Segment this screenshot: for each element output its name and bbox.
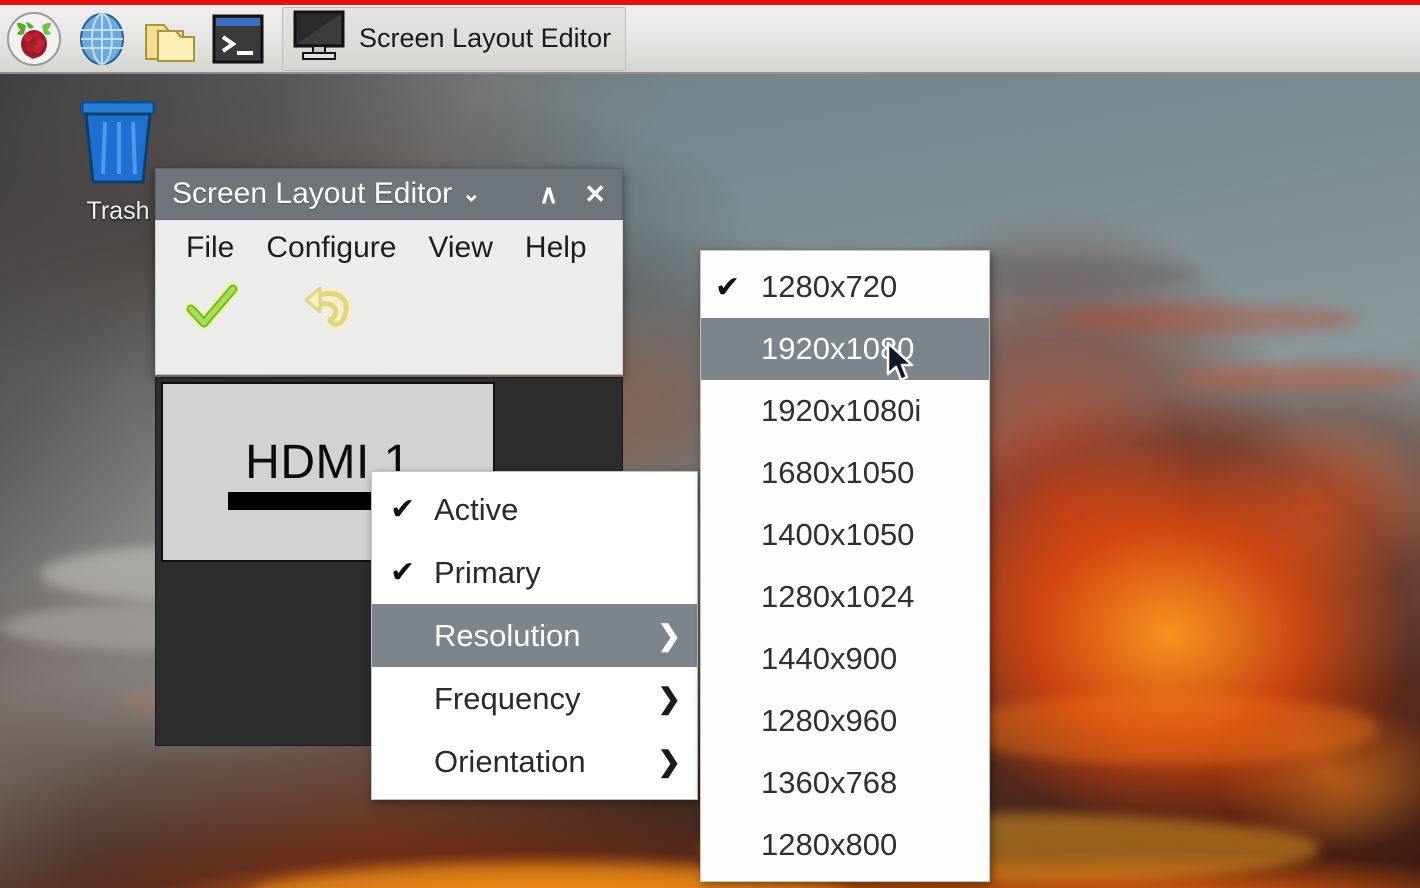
chevron-right-icon: ❯ <box>657 620 681 651</box>
close-icon[interactable]: ✕ <box>584 179 606 210</box>
resolution-option-label: 1680x1050 <box>761 455 915 490</box>
resolution-option-1280x960[interactable]: 1280x960 <box>701 690 989 752</box>
taskbar-window-button-label: Screen Layout Editor <box>359 23 612 53</box>
menu-view[interactable]: View <box>412 229 508 267</box>
undo-button[interactable] <box>296 282 360 338</box>
resolution-option-1360x768[interactable]: 1360x768 <box>701 752 989 814</box>
terminal-icon[interactable] <box>204 7 272 71</box>
resolution-option-1280x800[interactable]: 1280x800 <box>701 814 989 876</box>
resolution-option-1280x1024[interactable]: 1280x1024 <box>701 566 989 628</box>
monitor-icon <box>291 10 349 67</box>
context-menu-item-label: Active <box>434 491 519 527</box>
green-check-icon <box>183 282 241 339</box>
desktop-icon-label: Trash <box>86 197 150 225</box>
taskbar-window-button-screen-layout-editor[interactable]: Screen Layout Editor <box>282 6 627 71</box>
desktop-icon-trash[interactable]: Trash <box>70 96 166 226</box>
window-titlebar[interactable]: Screen Layout Editor ⌄ ∧ ✕ <box>155 168 623 220</box>
resolution-option-label: 1440x900 <box>761 641 898 676</box>
context-menu-item-label: Primary <box>434 554 541 590</box>
context-menu-item-active[interactable]: ✔ Active <box>372 478 697 541</box>
resolution-option-label: 1280x720 <box>761 269 898 304</box>
chevron-right-icon: ❯ <box>657 746 681 777</box>
desktop-screen: Screen Layout Editor Trash Screen Layout… <box>0 0 1420 888</box>
apply-button[interactable] <box>180 282 244 338</box>
web-browser-icon[interactable] <box>68 7 136 71</box>
file-manager-icon[interactable] <box>136 7 204 71</box>
resolution-option-1280x720[interactable]: ✔ 1280x720 <box>701 256 989 318</box>
context-menu-item-label: Orientation <box>434 743 586 779</box>
context-menu-item-resolution[interactable]: Resolution ❯ <box>372 604 697 667</box>
chevron-down-icon[interactable]: ⌄ <box>462 181 480 207</box>
check-icon: ✔ <box>390 556 416 589</box>
window-shade-icon[interactable]: ∧ <box>539 179 558 210</box>
menu-bar: File Configure View Help <box>155 220 623 276</box>
check-icon: ✔ <box>390 493 416 526</box>
chevron-right-icon: ❯ <box>657 683 681 714</box>
resolution-option-1920x1080[interactable]: 1920x1080 <box>701 318 989 380</box>
resolution-option-label: 1400x1050 <box>761 517 915 552</box>
context-menu-item-orientation[interactable]: Orientation ❯ <box>372 730 697 793</box>
resolution-option-1920x1080i[interactable]: 1920x1080i <box>701 380 989 442</box>
toolbar <box>155 276 623 375</box>
resolution-option-label: 1280x800 <box>761 827 898 862</box>
context-menu-item-frequency[interactable]: Frequency ❯ <box>372 667 697 730</box>
context-menu-item-label: Resolution <box>434 617 581 653</box>
resolution-option-1440x900[interactable]: 1440x900 <box>701 628 989 690</box>
resolution-submenu: ✔ 1280x720 1920x1080 1920x1080i 1680x105… <box>700 250 990 882</box>
monitor-context-menu: ✔ Active ✔ Primary Resolution ❯ Frequenc… <box>371 471 698 800</box>
menu-help[interactable]: Help <box>509 229 603 267</box>
raspberry-menu-icon[interactable] <box>0 7 68 71</box>
resolution-option-1400x1050[interactable]: 1400x1050 <box>701 504 989 566</box>
resolution-option-1680x1050[interactable]: 1680x1050 <box>701 442 989 504</box>
window-title: Screen Layout Editor <box>172 177 453 210</box>
resolution-option-label: 1920x1080i <box>761 393 922 428</box>
undo-arrow-icon <box>298 282 358 339</box>
screen-layout-editor-window: Screen Layout Editor ⌄ ∧ ✕ File Configur… <box>155 168 623 377</box>
context-menu-item-label: Frequency <box>434 680 581 716</box>
resolution-option-label: 1360x768 <box>761 765 898 800</box>
trash-can-icon <box>70 100 166 192</box>
resolution-option-label: 1920x1080 <box>761 331 915 366</box>
check-icon: ✔ <box>715 270 741 304</box>
menu-configure[interactable]: Configure <box>250 229 412 267</box>
resolution-option-label: 1280x960 <box>761 703 898 738</box>
context-menu-item-primary[interactable]: ✔ Primary <box>372 541 697 604</box>
menu-file[interactable]: File <box>170 229 250 267</box>
resolution-option-label: 1280x1024 <box>761 579 915 614</box>
taskbar: Screen Layout Editor <box>0 5 1420 74</box>
